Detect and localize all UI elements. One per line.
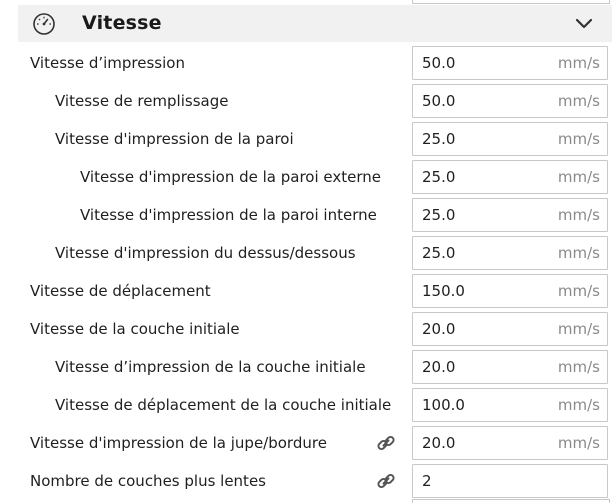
- setting-unit: mm/s: [557, 434, 600, 452]
- setting-value-input[interactable]: 50.0 mm/s: [412, 84, 608, 118]
- setting-row: Vitesse de déplacement de la couche init…: [0, 386, 615, 424]
- setting-row: Vitesse de remplissage 50.0 mm/s: [0, 82, 615, 120]
- setting-value: 150.0: [422, 282, 465, 300]
- section-header-speed[interactable]: Vitesse: [18, 5, 612, 42]
- setting-label: Vitesse d'impression de la paroi externe: [80, 168, 381, 186]
- setting-label: Vitesse d’impression de la couche initia…: [55, 358, 366, 376]
- setting-value: 25.0: [422, 168, 456, 186]
- next-setting-field[interactable]: [412, 499, 610, 503]
- setting-value-input[interactable]: 25.0 mm/s: [412, 122, 608, 156]
- setting-label: Vitesse d'impression du dessus/dessous: [55, 244, 356, 262]
- setting-row: Vitesse de la couche initiale 20.0 mm/s: [0, 310, 615, 348]
- setting-value-input[interactable]: 25.0 mm/s: [412, 160, 608, 194]
- setting-value: 25.0: [422, 206, 456, 224]
- setting-value-input[interactable]: 100.0 mm/s: [412, 388, 608, 422]
- setting-value-input[interactable]: 150.0 mm/s: [412, 274, 608, 308]
- setting-row: Vitesse d'impression du dessus/dessous 25…: [0, 234, 615, 272]
- setting-label: Vitesse d'impression de la jupe/bordure: [30, 434, 327, 452]
- setting-unit: mm/s: [557, 320, 600, 338]
- setting-value: 100.0: [422, 396, 465, 414]
- setting-value: 25.0: [422, 130, 456, 148]
- setting-value: 20.0: [422, 320, 456, 338]
- setting-unit: mm/s: [557, 92, 600, 110]
- setting-label: Vitesse d'impression de la paroi interne: [80, 206, 377, 224]
- setting-label: Vitesse d’impression: [30, 54, 185, 72]
- setting-unit: mm/s: [557, 396, 600, 414]
- setting-row: Vitesse d’impression 50.0 mm/s: [0, 44, 615, 82]
- chevron-down-icon[interactable]: [574, 16, 594, 32]
- setting-label: Vitesse de la couche initiale: [30, 320, 240, 338]
- setting-label: Vitesse d'impression de la paroi: [55, 130, 294, 148]
- setting-value-input[interactable]: 20.0 mm/s: [412, 426, 608, 460]
- setting-label: Vitesse de déplacement: [30, 282, 211, 300]
- setting-unit: mm/s: [557, 54, 600, 72]
- setting-unit: mm/s: [557, 130, 600, 148]
- setting-label: Nombre de couches plus lentes: [30, 472, 266, 490]
- setting-row: Vitesse de déplacement 150.0 mm/s: [0, 272, 615, 310]
- setting-row: Vitesse d'impression de la jupe/bordure 2…: [0, 424, 615, 462]
- section-title: Vitesse: [82, 12, 162, 34]
- setting-value: 2: [422, 472, 432, 490]
- setting-unit: mm/s: [557, 206, 600, 224]
- speedometer-icon: [33, 13, 55, 35]
- setting-row: Vitesse d'impression de la paroi 25.0 mm/s: [0, 120, 615, 158]
- setting-label: Vitesse de remplissage: [55, 92, 229, 110]
- setting-unit: mm/s: [557, 168, 600, 186]
- setting-value-input[interactable]: 25.0 mm/s: [412, 236, 608, 270]
- setting-row: Vitesse d'impression de la paroi externe…: [0, 158, 615, 196]
- setting-value-input[interactable]: 50.0 mm/s: [412, 46, 608, 80]
- setting-value-input[interactable]: 25.0 mm/s: [412, 198, 608, 232]
- setting-value-input[interactable]: 20.0 mm/s: [412, 312, 608, 346]
- link-icon[interactable]: [376, 471, 396, 491]
- setting-row: Nombre de couches plus lentes 2: [0, 462, 615, 500]
- setting-unit: mm/s: [557, 244, 600, 262]
- setting-label: Vitesse de déplacement de la couche init…: [55, 396, 392, 414]
- setting-value: 50.0: [422, 92, 456, 110]
- setting-value: 20.0: [422, 434, 456, 452]
- setting-value-input[interactable]: 20.0 mm/s: [412, 350, 608, 384]
- setting-value: 25.0: [422, 244, 456, 262]
- setting-row: Vitesse d'impression de la paroi interne…: [0, 196, 615, 234]
- print-settings-panel: Vitesse Vitesse d’impression 50.0 mm/s Vite…: [0, 0, 615, 503]
- setting-value: 50.0: [422, 54, 456, 72]
- setting-unit: mm/s: [557, 358, 600, 376]
- setting-row: Vitesse d’impression de la couche initia…: [0, 348, 615, 386]
- setting-value: 20.0: [422, 358, 456, 376]
- setting-value-input[interactable]: 2: [412, 464, 608, 498]
- previous-setting-field[interactable]: [412, 0, 610, 4]
- link-icon[interactable]: [376, 433, 396, 453]
- setting-unit: mm/s: [557, 282, 600, 300]
